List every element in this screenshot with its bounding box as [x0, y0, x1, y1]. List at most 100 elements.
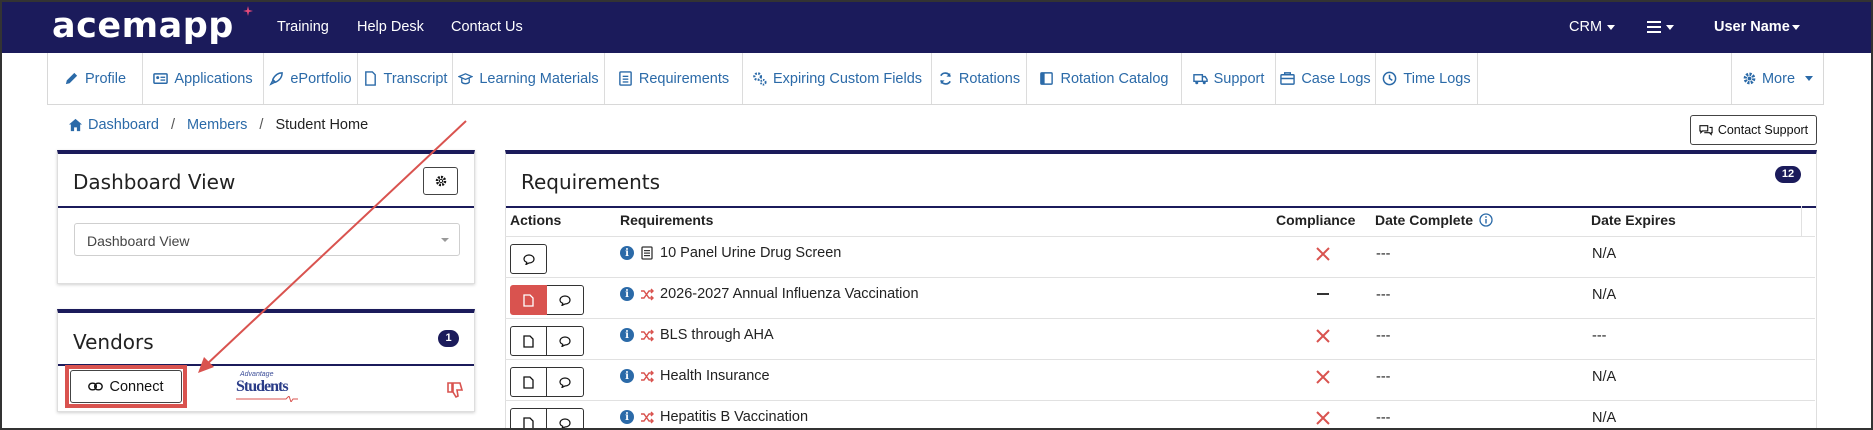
tab-label: Time Logs	[1403, 70, 1471, 87]
upload-document-button[interactable]	[510, 285, 547, 315]
vendors-count-badge: 1	[438, 330, 459, 347]
nav-training[interactable]: Training	[277, 19, 329, 35]
requirement-name[interactable]: 10 Panel Urine Drug Screen	[660, 245, 841, 261]
pencil-icon	[65, 72, 78, 85]
tab-profile[interactable]: Profile	[48, 53, 143, 104]
contact-support-button[interactable]: Contact Support	[1690, 115, 1817, 145]
vendors-card: Vendors 1 Connect Advantage Students	[57, 309, 475, 412]
home-icon	[68, 118, 83, 132]
date-complete: ---	[1376, 369, 1391, 385]
comment-button[interactable]	[547, 408, 584, 430]
requirements-count-badge: 12	[1775, 166, 1801, 183]
acemapp-logo[interactable]: acemapp	[52, 6, 234, 46]
upload-document-button[interactable]	[510, 326, 547, 356]
file-icon	[523, 375, 534, 389]
upload-document-button[interactable]	[510, 408, 547, 430]
requirement-name[interactable]: 2026-2027 Annual Influenza Vaccination	[660, 286, 919, 302]
file-icon	[523, 334, 534, 348]
breadcrumb-dashboard[interactable]: Dashboard	[88, 117, 159, 133]
requirement-cell: i 10 Panel Urine Drug Screen	[620, 245, 841, 261]
info-icon[interactable]: i	[620, 410, 634, 424]
comment-button[interactable]	[547, 326, 584, 356]
crm-dropdown[interactable]: CRM	[1569, 19, 1616, 35]
tab-rotations[interactable]: Rotations	[932, 53, 1027, 104]
id-card-icon	[153, 73, 169, 84]
nav-help-desk[interactable]: Help Desk	[357, 19, 424, 35]
info-icon[interactable]: i	[620, 246, 634, 260]
pending-dash-icon	[1317, 293, 1329, 295]
info-icon[interactable]: i	[620, 369, 634, 383]
tab-label: More	[1761, 70, 1796, 87]
tab-label: ePortfolio	[290, 70, 352, 87]
col-date-expires: Date Expires	[1591, 212, 1676, 228]
upload-document-button[interactable]	[510, 367, 547, 397]
menu-dropdown[interactable]	[1647, 19, 1674, 35]
comment-icon	[559, 335, 571, 347]
comment-button[interactable]	[547, 285, 584, 315]
tab-learning-materials[interactable]: Learning Materials	[453, 53, 605, 104]
col-actions: Actions	[510, 212, 562, 228]
tab-case-logs[interactable]: Case Logs	[1276, 53, 1376, 104]
table-row: i BLS through AHA --- ---	[505, 318, 1815, 359]
tab-expiring-custom-fields[interactable]: Expiring Custom Fields	[743, 53, 932, 104]
tab-transcript[interactable]: Transcript	[358, 53, 453, 104]
file-icon	[364, 71, 376, 86]
sync-icon	[939, 72, 951, 85]
tab-label: Expiring Custom Fields	[772, 70, 923, 87]
comment-button[interactable]	[547, 367, 584, 397]
tab-label: Case Logs	[1301, 70, 1371, 87]
row-actions	[510, 408, 584, 430]
user-menu[interactable]: User Name	[1714, 19, 1800, 35]
connect-label: Connect	[109, 378, 164, 395]
tab-applications[interactable]: Applications	[143, 53, 264, 104]
chevron-down-icon	[441, 238, 449, 242]
link-icon	[88, 382, 104, 391]
requirement-name[interactable]: Health Insurance	[660, 368, 770, 384]
breadcrumb-members[interactable]: Members	[187, 117, 247, 133]
breadcrumb-separator: /	[259, 117, 264, 133]
requirement-cell: i BLS through AHA	[620, 327, 774, 343]
date-expires: N/A	[1592, 369, 1617, 385]
noncompliant-x-icon	[1316, 247, 1330, 261]
tab-rotation-catalog[interactable]: Rotation Catalog	[1027, 53, 1182, 104]
info-circle-icon[interactable]	[1479, 213, 1493, 227]
nav-contact-us[interactable]: Contact Us	[451, 19, 523, 35]
logo-swoosh	[236, 396, 298, 402]
comment-icon	[559, 417, 571, 429]
requirement-cell: i Hepatitis B Vaccination	[620, 409, 808, 425]
comment-icon	[559, 376, 571, 388]
comment-icon	[559, 294, 571, 306]
hamburger-icon	[1647, 21, 1661, 34]
comment-button[interactable]	[510, 244, 547, 274]
logo-line1: Advantage	[240, 371, 274, 378]
top-navbar: acemapp Training Help Desk Contact Us CR…	[0, 0, 1873, 53]
requirement-name[interactable]: Hepatitis B Vaccination	[660, 409, 808, 425]
card-title: Requirements	[521, 170, 661, 194]
tab-more[interactable]: More	[1731, 53, 1823, 104]
date-expires: N/A	[1592, 410, 1617, 426]
dashboard-settings-button[interactable]	[423, 167, 458, 195]
rocket-icon	[269, 72, 284, 86]
info-icon[interactable]: i	[620, 287, 634, 301]
info-icon[interactable]: i	[620, 328, 634, 342]
tab-time-logs[interactable]: Time Logs	[1376, 53, 1478, 104]
table-row: i 2026-2027 Annual Influenza Vaccination…	[505, 277, 1815, 318]
shuffle-icon	[641, 370, 654, 382]
contact-support-label: Contact Support	[1717, 123, 1809, 137]
thumbs-down-icon[interactable]	[446, 381, 464, 399]
comments-icon	[1699, 124, 1713, 136]
connect-button[interactable]: Connect	[70, 370, 182, 403]
list-icon	[619, 71, 632, 86]
tab-support[interactable]: Support	[1182, 53, 1276, 104]
tab-label: Support	[1213, 70, 1265, 87]
chevron-down-icon	[1607, 24, 1616, 30]
graduation-cap-icon	[458, 73, 474, 85]
table-row: i Health Insurance --- N/A	[505, 359, 1815, 400]
requirement-name[interactable]: BLS through AHA	[660, 327, 774, 343]
card-title: Dashboard View	[73, 170, 236, 194]
row-actions	[510, 367, 584, 397]
col-compliance: Compliance	[1276, 212, 1356, 228]
dashboard-view-select[interactable]: Dashboard View	[74, 223, 460, 256]
tab-eportfolio[interactable]: ePortfolio	[264, 53, 358, 104]
tab-requirements[interactable]: Requirements	[605, 53, 743, 104]
